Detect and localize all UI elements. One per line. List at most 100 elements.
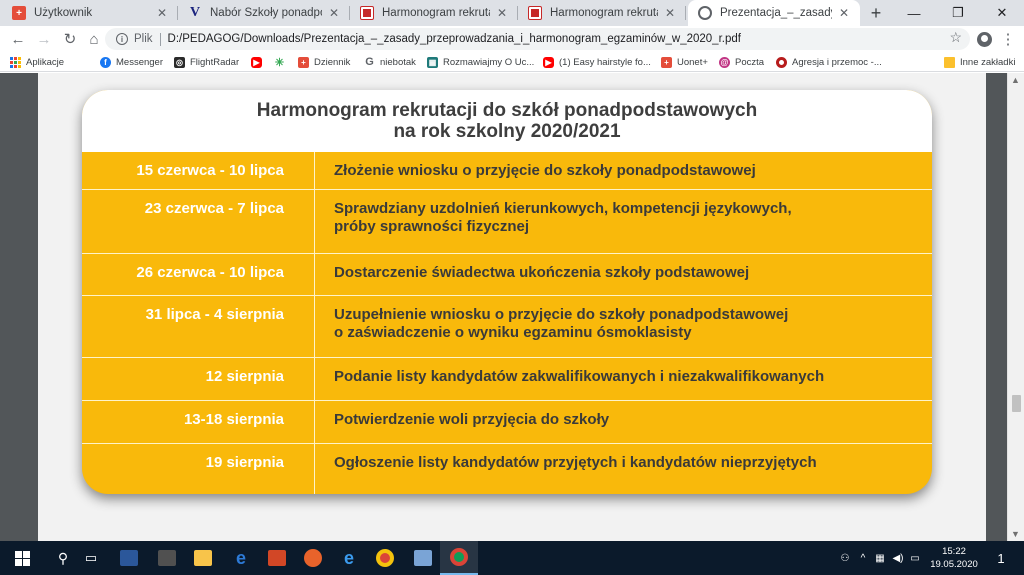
schedule-title-line-2: na rok szkolny 2020/2021 [393, 121, 621, 142]
bookmark-flightradar[interactable]: ◎ FlightRadar [174, 52, 239, 72]
keyboard-icon[interactable]: ▭ [908, 541, 922, 575]
bookmark-agresja[interactable]: Agresja i przemoc -... [776, 52, 882, 72]
paint-icon[interactable] [404, 541, 442, 575]
start-button[interactable] [0, 541, 44, 575]
poczta-icon: @ [719, 56, 730, 68]
home-icon[interactable]: ⌂ [84, 29, 104, 49]
internet-explorer-icon[interactable]: e [222, 541, 260, 575]
close-icon[interactable]: ✕ [836, 5, 852, 21]
forward-button[interactable]: → [34, 29, 54, 49]
folder-icon [944, 56, 955, 68]
red-plus-icon: + [298, 56, 309, 68]
bookmark-label: Rozmawiajmy O Uc... [443, 56, 535, 68]
close-icon[interactable]: ✕ [494, 5, 510, 21]
youtube-icon: ▶ [251, 56, 262, 68]
file-explorer-icon[interactable] [184, 541, 222, 575]
tab-prezentacja[interactable]: Prezentacja_–_zasady_przeprowa ✕ [688, 0, 860, 26]
youtube-icon: ▶ [543, 56, 554, 68]
google-g-icon: G [365, 56, 374, 68]
address-divider [159, 32, 161, 46]
schedule-date: 26 czerwca - 10 lipca [136, 264, 284, 281]
reload-button[interactable]: ↻ [60, 29, 80, 49]
system-clock[interactable]: 15:22 19.05.2020 [924, 545, 984, 571]
address-url[interactable]: D:/PEDAGOG/Downloads/Prezentacja_–_zasad… [168, 33, 741, 45]
network-icon[interactable]: ▦ [872, 541, 888, 575]
schedule-description: Dostarczenie świadectwa ukończenia szkoł… [315, 254, 932, 295]
bookmark-loading[interactable]: ✳ [274, 52, 290, 72]
bookmark-messenger[interactable]: f Messenger [100, 52, 163, 72]
description-line-1: Złożenie wniosku o przyjęcie do szkoły p… [334, 162, 756, 179]
bookmark-label: Dziennik [314, 56, 351, 68]
v-logo-icon: V [189, 5, 201, 20]
bookmark-label: Uonet+ [677, 56, 708, 68]
scroll-up-icon[interactable]: ▲ [1011, 75, 1020, 85]
edge-icon[interactable]: e [330, 541, 368, 575]
vertical-scrollbar[interactable]: ▲ ▼ [1007, 73, 1024, 541]
scroll-down-icon[interactable]: ▼ [1011, 529, 1020, 539]
close-window-button[interactable]: ✕ [980, 0, 1024, 26]
address-bar[interactable]: i Plik D:/PEDAGOG/Downloads/Prezentacja_… [105, 28, 970, 50]
description-line-2: o zaświadczenie o wyniku egzaminu ósmokl… [334, 324, 692, 341]
schedule-description: Ogłoszenie listy kandydatów przyjętych i… [315, 444, 932, 494]
people-icon[interactable]: ⚇ [836, 541, 854, 575]
bookmark-rozmawiajmy[interactable]: ▦ Rozmawiajmy O Uc... [427, 52, 534, 72]
info-icon[interactable]: i [116, 33, 128, 45]
close-icon[interactable]: ✕ [154, 5, 170, 21]
bookmarks-bar: Aplikacje f Messenger ◎ FlightRadar ▶ ✳ … [0, 52, 1024, 72]
word-icon[interactable] [110, 541, 148, 575]
scrollbar-thumb[interactable] [1012, 395, 1021, 412]
schedule-header: Harmonogram rekrutacji do szkół ponadpod… [82, 90, 932, 152]
schedule-row: 26 czerwca - 10 lipca Dostarczenie świad… [82, 254, 932, 296]
profile-button[interactable] [974, 29, 994, 49]
pdf-viewer: Harmonogram rekrutacji do szkół ponadpod… [0, 73, 1024, 541]
schedule-date: 12 sierpnia [205, 368, 284, 385]
powerpoint-icon[interactable] [258, 541, 296, 575]
facebook-icon: f [100, 56, 111, 68]
bookmark-label: Messenger [116, 56, 163, 68]
schedule-row: 12 sierpnia Podanie listy kandydatów zak… [82, 358, 932, 401]
back-button[interactable]: ← [8, 29, 28, 49]
tab-harmonogram-2[interactable]: Harmonogram rekrutacji do sz ✕ [518, 0, 686, 26]
description-line-2: próby sprawności fizycznej [334, 218, 530, 235]
schedule-row: 15 czerwca - 10 lipca Złożenie wniosku o… [82, 152, 932, 190]
avatar-icon [976, 31, 992, 47]
chevron-up-icon[interactable]: ^ [856, 541, 870, 575]
new-tab-button[interactable]: + [866, 3, 886, 23]
bookmark-dziennik[interactable]: + Dziennik [298, 52, 350, 72]
minimize-button[interactable]: — [892, 0, 936, 26]
schedule-date: 23 czerwca - 7 lipca [144, 200, 284, 217]
chrome-icon[interactable] [366, 541, 404, 575]
bookmark-youtube[interactable]: ▶ [251, 52, 267, 72]
calculator-icon[interactable] [148, 541, 186, 575]
tab-title: Użytkownik [34, 7, 93, 19]
bookmark-hairstyle[interactable]: ▶ (1) Easy hairstyle fo... [543, 52, 651, 72]
notification-count: 1 [997, 550, 1005, 566]
tab-nabor[interactable]: V Nabór Szkoły ponadpodstawowe ✕ [178, 0, 350, 26]
pdf-page: Harmonogram rekrutacji do szkół ponadpod… [38, 73, 986, 541]
volume-icon[interactable]: ◀) [890, 541, 906, 575]
close-icon[interactable]: ✕ [662, 5, 678, 21]
bookmark-label: Aplikacje [26, 56, 65, 68]
schedule-row: 13-18 sierpnia Potwierdzenie woli przyję… [82, 401, 932, 444]
clock-time: 15:22 [942, 546, 966, 557]
bookmark-inne-zakladki[interactable]: Inne zakładki [944, 52, 1015, 72]
bookmark-niebotak[interactable]: G niebotak [364, 52, 416, 72]
tab-harmonogram-1[interactable]: Harmonogram rekrutacji do sz ✕ [350, 0, 518, 26]
gov-emblem-icon [528, 6, 542, 20]
windows-logo-icon [14, 550, 30, 566]
tab-uzytkownik[interactable]: + Użytkownik ✕ [2, 0, 178, 26]
description-line-1: Potwierdzenie woli przyjęcia do szkoły [334, 411, 610, 428]
restore-button[interactable]: ❐ [936, 0, 980, 26]
schedule-row: 23 czerwca - 7 lipca Sprawdziany uzdolni… [82, 190, 932, 254]
task-view-icon[interactable]: ▭ [72, 541, 110, 575]
bookmark-apps[interactable]: Aplikacje [10, 52, 64, 72]
chrome-active-icon[interactable] [440, 541, 478, 575]
schedule-description: Uzupełnienie wniosku o przyjęcie do szko… [315, 296, 932, 357]
notification-icon[interactable]: 1 [990, 541, 1012, 575]
bookmark-uonet[interactable]: + Uonet+ [661, 52, 708, 72]
bookmark-star-icon[interactable]: ☆ [949, 29, 962, 46]
bookmark-poczta[interactable]: @ Poczta [719, 52, 764, 72]
menu-button[interactable]: ⋮ [998, 29, 1018, 49]
firefox-icon[interactable] [294, 541, 332, 575]
close-icon[interactable]: ✕ [326, 5, 342, 21]
